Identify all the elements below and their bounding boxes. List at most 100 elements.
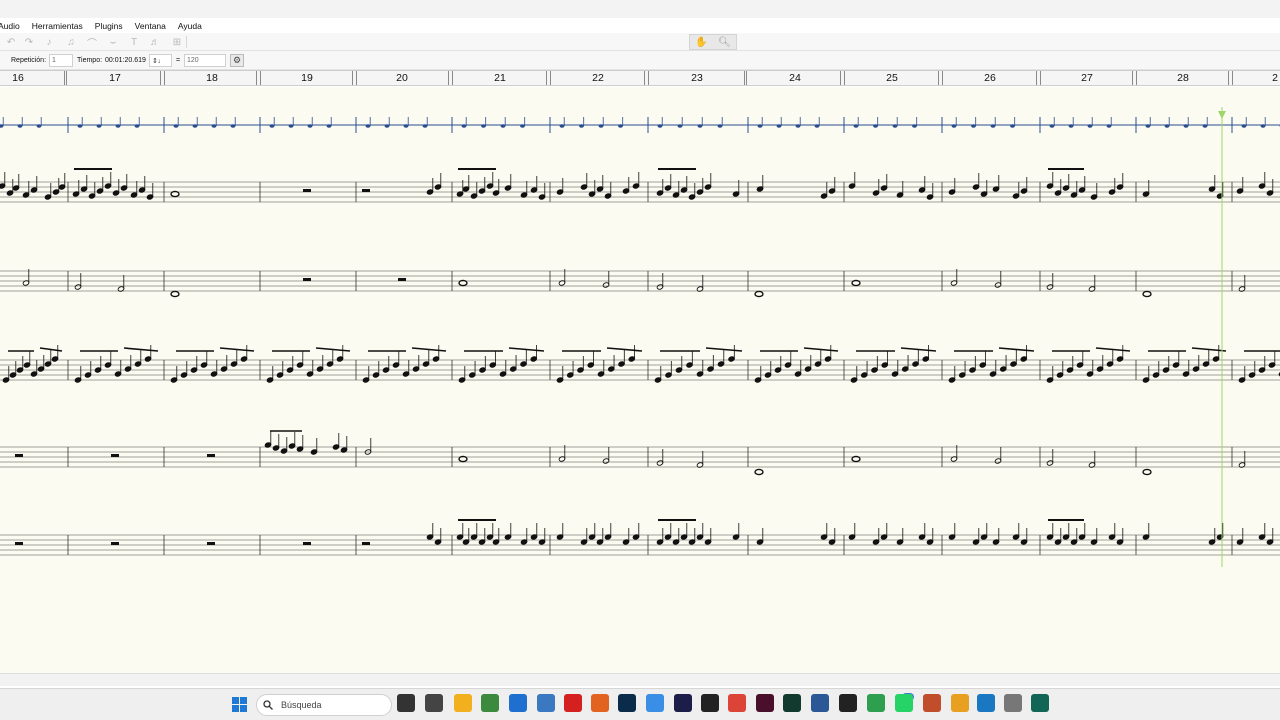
whatsapp-icon[interactable] — [895, 694, 913, 712]
menu-bar: Audio Herramientas Plugins Ventana Ayuda — [0, 18, 1280, 33]
click-note — [579, 124, 584, 128]
click-note — [814, 124, 820, 128]
click-note — [500, 124, 506, 128]
rest — [362, 189, 370, 192]
firefox-icon[interactable] — [591, 694, 609, 712]
menu-ventana[interactable]: Ventana — [129, 21, 172, 31]
whole-note — [1142, 468, 1152, 476]
measure-number: 21 — [494, 72, 506, 84]
git-bash-icon[interactable] — [783, 694, 801, 712]
undo-icon[interactable]: ↶ — [2, 35, 20, 49]
chord-icon[interactable]: ♬ — [146, 35, 164, 49]
cloud-icon[interactable] — [646, 694, 664, 712]
ruler-tick — [550, 71, 551, 85]
measure-number: 19 — [301, 72, 313, 84]
ruler-tick — [64, 71, 65, 85]
terminal-icon[interactable] — [425, 694, 443, 712]
calculator-icon[interactable] — [481, 694, 499, 712]
chrome-dev-icon[interactable] — [923, 694, 941, 712]
dev-terminal-icon[interactable] — [1031, 694, 1049, 712]
rest — [398, 278, 406, 281]
task-view-icon[interactable] — [397, 694, 415, 712]
click-note — [1164, 124, 1170, 128]
tempo-note-selector[interactable]: ⇕♩ — [149, 54, 172, 67]
audition-icon[interactable] — [674, 694, 692, 712]
score-staves — [0, 107, 1280, 567]
acrobat-icon[interactable] — [564, 694, 582, 712]
windows-start-icon[interactable] — [231, 696, 249, 714]
click-note — [1010, 124, 1015, 128]
ruler-tick — [1040, 71, 1041, 85]
indesign-icon[interactable] — [756, 694, 774, 712]
ruler-tick — [938, 71, 939, 85]
chrome-canary-icon[interactable] — [951, 694, 969, 712]
tie-icon[interactable]: ⌒ — [83, 35, 101, 50]
ruler-tick — [744, 71, 745, 85]
click-note — [717, 124, 723, 128]
menu-herramientas[interactable]: Herramientas — [26, 21, 89, 31]
measure-number: 23 — [691, 72, 703, 84]
pan-hand-icon[interactable]: ✋ — [690, 35, 713, 49]
musescore-icon[interactable] — [977, 694, 995, 712]
repeat-spinbox[interactable]: 1 — [49, 54, 73, 67]
click-note — [96, 124, 102, 128]
beam-icon[interactable]: ♫ — [62, 35, 80, 49]
repeat-label: Repetición: — [11, 57, 47, 64]
click-note — [36, 124, 42, 128]
menu-ayuda[interactable]: Ayuda — [172, 21, 208, 31]
click-note — [481, 124, 486, 128]
ruler-tick — [260, 71, 261, 85]
edge-icon[interactable] — [509, 694, 527, 712]
ruler-tick — [644, 71, 645, 85]
click-note — [211, 124, 217, 128]
title-bar — [0, 0, 1280, 18]
whole-note — [754, 290, 764, 298]
rest — [303, 189, 311, 192]
settings-icon[interactable] — [1004, 694, 1022, 712]
menu-plugins[interactable]: Plugins — [89, 21, 129, 31]
timeline-ruler[interactable]: 16 17 18 19 20 21 22 23 24 25 26 27 28 2 — [0, 70, 1280, 86]
measure-number: 26 — [984, 72, 996, 84]
whole-note — [754, 468, 764, 476]
click-note — [403, 124, 409, 128]
text-icon[interactable]: T — [125, 35, 143, 49]
measure-number: 20 — [396, 72, 408, 84]
menu-audio[interactable]: Audio — [0, 21, 26, 31]
measure-number: 24 — [789, 72, 801, 84]
cmd-icon[interactable] — [839, 694, 857, 712]
gear-icon[interactable]: ⚙ — [230, 54, 244, 67]
chrome-icon[interactable] — [728, 694, 746, 712]
note-input-icon[interactable]: ♪ — [40, 35, 58, 49]
click-note — [873, 124, 878, 128]
file-explorer-icon[interactable] — [454, 694, 472, 712]
time-value: 00:01:20.619 — [105, 57, 146, 64]
photoshop-icon[interactable] — [618, 694, 636, 712]
click-note — [677, 124, 683, 128]
bpm-spinbox[interactable]: 120 — [184, 54, 226, 67]
ruler-tick — [356, 71, 357, 85]
rest — [303, 542, 311, 545]
click-note — [697, 124, 703, 128]
chrome-profile-icon[interactable] — [867, 694, 885, 712]
slur-icon[interactable]: ⌣ — [104, 35, 122, 49]
ruler-tick — [160, 71, 161, 85]
measure-number: 27 — [1081, 72, 1093, 84]
rest — [362, 542, 370, 545]
ruler-tick — [164, 71, 165, 85]
zoom-icon[interactable]: 🔍︎ — [713, 35, 736, 49]
click-note — [288, 124, 294, 128]
add-icon[interactable]: ⊞ — [168, 35, 186, 49]
click-note — [1260, 124, 1266, 128]
ruler-tick — [1132, 71, 1133, 85]
equals-sign: = — [176, 57, 181, 64]
taskbar-search[interactable]: Búsqueda — [256, 694, 392, 716]
click-note — [1049, 124, 1055, 128]
redo-icon[interactable]: ↷ — [20, 35, 38, 49]
click-note — [757, 124, 763, 128]
calendar-icon[interactable] — [537, 694, 555, 712]
whole-note — [170, 290, 180, 298]
score-canvas[interactable] — [0, 87, 1280, 673]
powershell-icon[interactable] — [811, 694, 829, 712]
notch-icon[interactable] — [701, 694, 719, 712]
measure-number: 22 — [592, 72, 604, 84]
